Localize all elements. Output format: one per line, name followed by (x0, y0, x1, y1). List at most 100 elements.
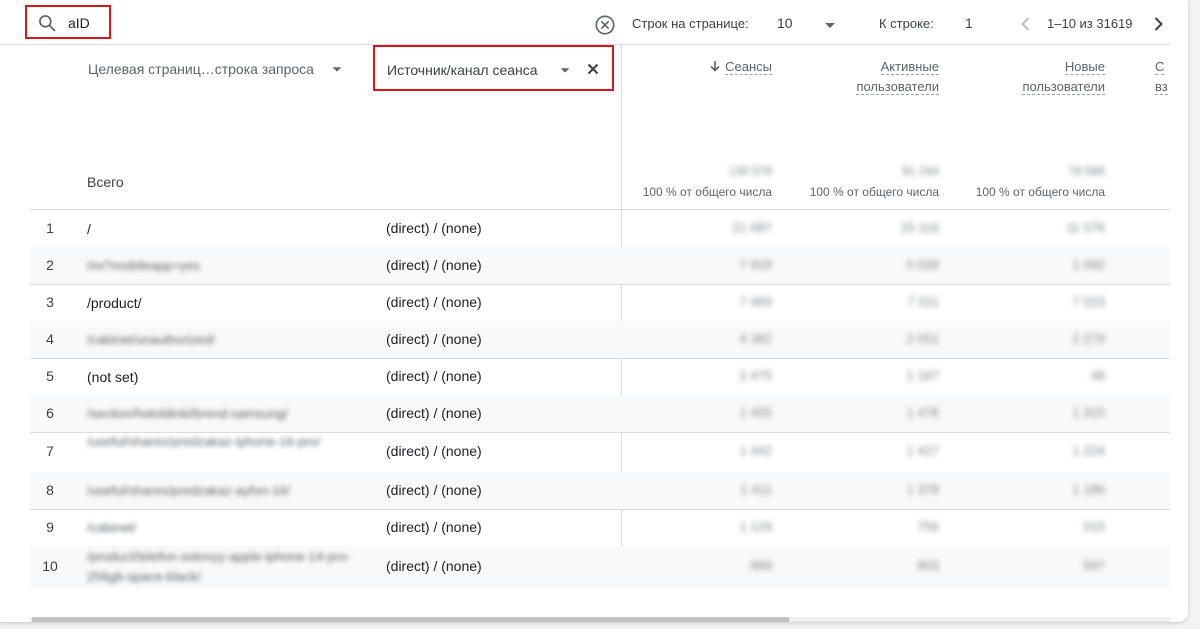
metric-value-cell: 1 378 (906, 481, 939, 497)
metric-value-cell: 756 (917, 518, 939, 534)
total-percent: 100 % от общего числа (642, 185, 772, 199)
metric-value-cell: 1 315 (1072, 404, 1105, 420)
metric-value-cell: 1 478 (906, 404, 939, 420)
secondary-dimension-header[interactable]: Источник/канал сеанса (373, 45, 614, 91)
metric-value-cell: 1 092 (1072, 256, 1105, 272)
row-divider (30, 358, 1170, 359)
metric-header-label: Сеансы (725, 59, 772, 75)
report-table-panel: aID Строк на странице: 10 К строке: 1 1–… (0, 0, 1188, 622)
total-label: Всего (87, 174, 124, 190)
horizontal-scrollbar-thumb[interactable] (32, 617, 789, 622)
metric-value-cell: 515 (1083, 518, 1105, 534)
metric-value-cell: 4 382 (739, 330, 772, 346)
metric-value-cell: 7 483 (739, 293, 772, 309)
total-percent: 100 % от общего числа (975, 185, 1105, 199)
metric-value-cell: 1 442 (739, 443, 772, 458)
metric-header-label: Новые (1064, 59, 1105, 75)
metric-value-cell: 1 224 (1072, 443, 1105, 458)
source-medium-cell[interactable]: (direct) / (none) (386, 368, 482, 384)
dropdown-arrow-icon[interactable] (822, 17, 838, 33)
remove-dimension-icon[interactable] (585, 61, 601, 77)
metric-value-cell: 1 187 (906, 367, 939, 383)
metric-value-cell: 1 186 (1072, 481, 1105, 497)
row-index: 6 (46, 404, 54, 421)
pagination-range: 1–10 из 31619 (1047, 16, 1133, 31)
landing-page-cell[interactable]: /product/ (87, 293, 357, 313)
landing-page-cell[interactable]: /useful/shares/predzakaz-iphone-16-pro/ (87, 432, 357, 452)
previous-page-icon[interactable] (1018, 16, 1034, 32)
dropdown-arrow-icon[interactable] (330, 62, 344, 76)
row-divider (30, 209, 1170, 210)
metric-value-cell: 2 475 (739, 367, 772, 383)
sort-descending-icon (710, 61, 720, 72)
table-toolbar: aID Строк на странице: 10 К строке: 1 1–… (0, 0, 1170, 45)
source-medium-cell[interactable]: (direct) / (none) (386, 482, 482, 498)
landing-page-cell[interactable]: /section/hotoldinki/brend-samsung/ (87, 404, 357, 424)
dropdown-arrow-icon[interactable] (558, 63, 572, 77)
clear-search-icon[interactable] (594, 14, 616, 36)
total-value-sessions: 130 578 (728, 164, 772, 178)
source-medium-cell[interactable]: (direct) / (none) (386, 519, 482, 535)
metric-value-cell: 1 411 (740, 481, 772, 497)
row-index: 9 (46, 518, 54, 535)
source-medium-cell[interactable]: (direct) / (none) (386, 443, 482, 459)
search-field[interactable]: aID (25, 5, 111, 39)
landing-page-cell[interactable]: /cabinet/ (87, 518, 357, 538)
landing-page-cell[interactable]: /useful/shares/predzakaz-ayfon-16/ (87, 481, 357, 501)
next-page-icon[interactable] (1150, 16, 1166, 32)
landing-page-cell[interactable]: /product/telefon-sotovyy-apple-iphone-14… (87, 547, 357, 587)
source-medium-cell[interactable]: (direct) / (none) (386, 220, 482, 236)
metric-value-cell: 1 455 (739, 404, 772, 420)
metric-value-cell: 1 427 (906, 443, 939, 458)
metric-header-partial[interactable]: С вз (1155, 57, 1188, 97)
metric-header-label: пользователи (1022, 79, 1105, 95)
landing-page-cell[interactable]: /m/?mobileapp=yes (87, 256, 357, 276)
metric-value-cell: 11 576 (1066, 219, 1105, 235)
primary-dimension-label: Целевая страниц…строка запроса (88, 61, 314, 77)
metric-value-cell: 15 116 (900, 219, 939, 235)
row-divider (30, 284, 1170, 285)
metric-value-cell: 7 919 (739, 256, 772, 272)
secondary-dimension-label: Источник/канал сеанса (387, 62, 538, 78)
search-input[interactable]: aID (68, 15, 90, 31)
go-to-row-label: К строке: (879, 16, 934, 31)
total-value-new-users: 78 586 (1068, 164, 1105, 178)
metric-value-cell: 1 129 (739, 518, 772, 534)
landing-page-cell[interactable]: /cabinet/unauthorized/ (87, 330, 357, 350)
primary-dimension-header[interactable]: Целевая страниц…строка запроса (88, 61, 314, 77)
metric-header-new-users[interactable]: Новые пользователи (990, 57, 1105, 97)
row-divider (30, 509, 1170, 510)
row-index: 8 (46, 481, 54, 498)
row-index: 1 (46, 219, 54, 236)
metric-header-active-users[interactable]: Активные пользователи (820, 57, 939, 97)
source-medium-cell[interactable]: (direct) / (none) (386, 405, 482, 421)
metric-value-cell: 597 (1083, 558, 1105, 573)
metric-value-cell: 2 051 (906, 330, 939, 346)
rows-per-page-label: Строк на странице: (632, 16, 749, 31)
row-index: 2 (46, 256, 54, 273)
metric-value-cell: 803 (917, 558, 939, 573)
source-medium-cell[interactable]: (direct) / (none) (386, 558, 482, 574)
total-value-active-users: 91 244 (902, 164, 939, 178)
go-to-row-input[interactable]: 1 (965, 15, 973, 31)
row-index: 3 (46, 293, 54, 310)
metric-value-cell: 21 687 (732, 219, 772, 235)
metric-header-label: пользователи (856, 79, 939, 95)
metric-header-label: Активные (880, 59, 939, 75)
search-icon (39, 15, 56, 32)
metric-value-cell: 7 011 (907, 293, 939, 309)
source-medium-cell[interactable]: (direct) / (none) (386, 294, 482, 310)
landing-page-cell[interactable]: (not set) (87, 367, 357, 387)
landing-page-cell[interactable]: / (87, 219, 357, 239)
metric-value-cell: 48 (1090, 367, 1105, 383)
metric-value-cell: 5 028 (906, 256, 939, 272)
row-index: 4 (46, 330, 54, 347)
rows-per-page-select[interactable]: 10 (777, 15, 793, 31)
source-medium-cell[interactable]: (direct) / (none) (386, 257, 482, 273)
metric-value-cell: 999 (750, 558, 772, 573)
metric-header-sessions[interactable]: Сеансы (672, 57, 772, 77)
source-medium-cell[interactable]: (direct) / (none) (386, 331, 482, 347)
metric-value-cell: 7 023 (1072, 293, 1105, 309)
total-percent: 100 % от общего числа (809, 185, 939, 199)
row-index: 10 (42, 558, 58, 574)
